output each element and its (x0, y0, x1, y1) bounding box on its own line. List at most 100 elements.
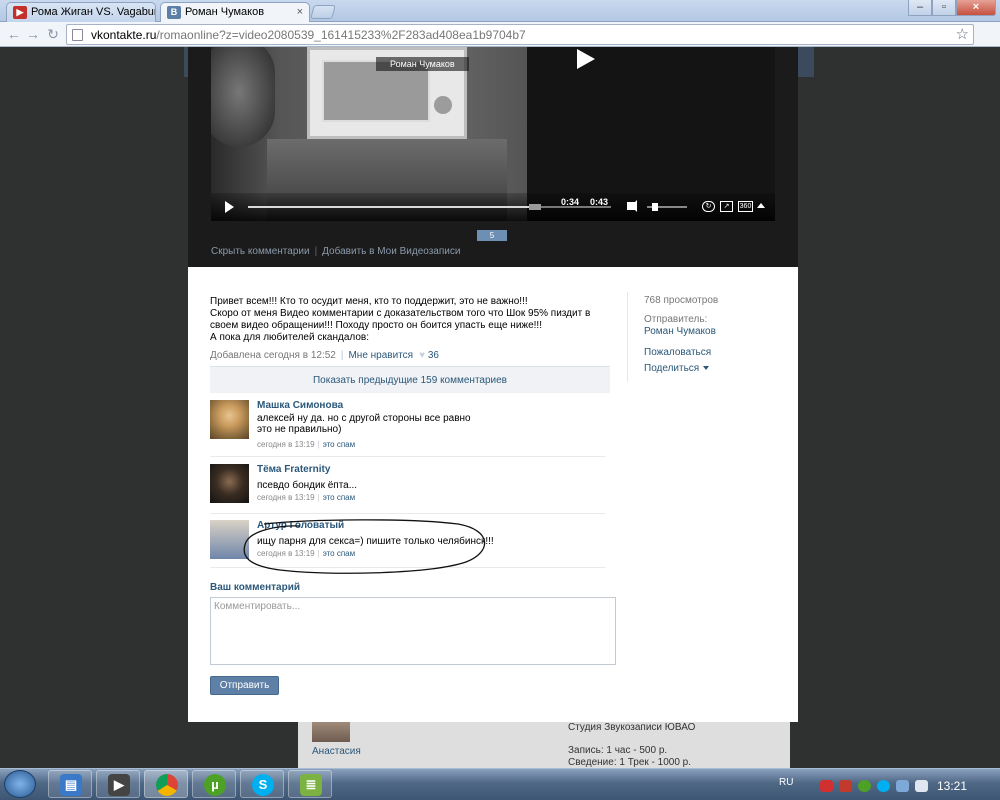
tray-app-icon[interactable] (839, 780, 852, 792)
taskbar-utorrent[interactable]: µ (192, 770, 236, 798)
new-tab-button[interactable] (310, 5, 336, 19)
like-count: 36 (427, 350, 439, 361)
video-controls: 0:34 0:43 ↻ ↗ 360 (211, 193, 775, 221)
hand-drawn-circle-annotation (243, 519, 486, 574)
comment-time: сегодня в 13:19 (257, 493, 315, 502)
seek-bar[interactable] (248, 204, 611, 210)
comment-input[interactable] (210, 597, 616, 665)
comment-author[interactable]: Тёма Fraternity (257, 464, 330, 475)
duration: 0:43 (590, 197, 609, 207)
taskbar-media-player[interactable]: ▶ (96, 770, 140, 798)
like-button[interactable]: Мне нравится (348, 350, 413, 361)
description-line: Привет всем!!! Кто то осудит меня, кто т… (210, 296, 528, 307)
show-previous-comments-button[interactable]: Показать предыдущие 159 комментариев (210, 366, 610, 393)
added-date: Добавлена сегодня в 12:52 (210, 350, 336, 361)
tray-skype-icon[interactable] (877, 780, 890, 792)
background-studio-line: Запись: 1 час - 500 р. (568, 745, 668, 756)
close-window-button[interactable]: × (956, 0, 996, 16)
close-tab-icon[interactable]: × (297, 3, 303, 22)
address-bar[interactable]: vkontakte.ru/romaonline?z=video2080539_1… (66, 24, 974, 45)
notepad-icon: ≣ (300, 774, 322, 796)
page-icon (72, 29, 83, 41)
video-sidebar: 768 просмотров Отправитель: Роман Чумако… (627, 292, 792, 382)
tab-roman-chumakov[interactable]: B Роман Чумаков × (160, 2, 310, 22)
tray-volume-icon[interactable] (915, 780, 928, 792)
heart-icon[interactable]: ♥ (419, 350, 425, 361)
avatar[interactable] (210, 464, 249, 503)
skype-icon: S (252, 774, 274, 796)
video-overlay-title: Роман Чумаков (376, 57, 469, 71)
avatar[interactable] (210, 400, 249, 439)
video-pager-badge[interactable]: 5 (477, 230, 507, 241)
tab-roma-zhigan[interactable]: ▶ Рома Жиган VS. Vagabund! (6, 2, 156, 22)
hide-comments-link[interactable]: Скрыть комментарии (211, 246, 310, 257)
maximize-button[interactable]: ▫ (932, 0, 956, 16)
play-icon[interactable] (225, 201, 234, 213)
view-count: 768 просмотров (644, 295, 719, 306)
report-link[interactable]: Пожаловаться (644, 347, 711, 358)
loop-icon[interactable]: ↻ (702, 201, 715, 212)
share-dropdown[interactable]: Поделиться (644, 363, 710, 374)
tab-title: Роман Чумаков (185, 6, 265, 18)
spam-link[interactable]: это спам (323, 440, 355, 449)
language-indicator[interactable]: RU (779, 777, 793, 788)
taskbar-notepad[interactable]: ≣ (288, 770, 332, 798)
comment-text: алексей ну да. но с другой стороны все р… (257, 413, 471, 435)
chevron-up-icon[interactable] (757, 203, 765, 208)
bookmark-star-icon[interactable]: ☆ (956, 25, 969, 43)
volume-handle[interactable] (652, 203, 658, 211)
utorrent-icon: µ (204, 774, 226, 796)
spam-link[interactable]: это спам (323, 493, 355, 502)
video-description: Привет всем!!! Кто то осудит меня, кто т… (210, 296, 600, 344)
taskbar-explorer[interactable]: ▤ (48, 770, 92, 798)
volume-icon[interactable] (627, 200, 637, 212)
comment-text: псевдо бондик ёпта... (257, 480, 358, 491)
tray-record-icon[interactable] (820, 780, 833, 792)
minimize-button[interactable]: – (908, 0, 932, 16)
comment-author[interactable]: Машка Симонова (257, 400, 343, 411)
comment-item: Машка Симонова алексей ну да. но с друго… (210, 400, 605, 457)
background-studio-line: Сведение: 1 Трек - 1000 р. (568, 757, 692, 768)
comment-item: Тёма Fraternity псевдо бондик ёпта... се… (210, 464, 605, 514)
tab-strip: ▶ Рома Жиган VS. Vagabund! B Роман Чумак… (0, 0, 1000, 22)
add-to-my-videos-link[interactable]: Добавить в Мои Видеозаписи (322, 246, 460, 257)
forward-arrow-icon[interactable]: → (24, 26, 42, 43)
video-frame-person (211, 47, 275, 147)
video-big-play-icon[interactable] (551, 47, 611, 77)
description-line: Скоро от меня Видео комментарии с доказа… (210, 308, 591, 331)
quality-button[interactable]: 360 (738, 201, 753, 212)
background-profile-panel (298, 720, 790, 768)
description-line: А пока для любителей скандалов: (210, 332, 370, 343)
url-text[interactable]: vkontakte.ru/romaonline?z=video2080539_1… (91, 28, 526, 42)
vk-icon: B (167, 6, 181, 19)
background-friend-name: Анастасия (312, 746, 361, 757)
seek-bar-progress (248, 206, 535, 208)
fullscreen-icon[interactable]: ↗ (720, 201, 733, 212)
back-arrow-icon[interactable]: ← (5, 26, 23, 43)
taskbar-chrome[interactable] (144, 770, 188, 798)
comment-meta: сегодня в 13:19 | это спам (257, 440, 356, 449)
current-time: 0:34 (561, 197, 580, 207)
background-studio-line: Студия Звукозаписи ЮВАО (568, 722, 696, 733)
comment-meta: сегодня в 13:19 | это спам (257, 493, 356, 502)
taskbar-clock[interactable]: 13:21 (937, 779, 967, 793)
background-friend-avatar (312, 722, 350, 742)
comment-time: сегодня в 13:19 (257, 440, 315, 449)
explorer-icon: ▤ (60, 774, 82, 796)
video-meta: Добавлена сегодня в 12:52 | Мне нравится ♥ … (210, 350, 439, 361)
tray-utorrent-icon[interactable] (858, 780, 871, 792)
sender-link[interactable]: Роман Чумаков (644, 326, 716, 337)
tray-network-icon[interactable] (896, 780, 909, 792)
window-controls: – ▫ × (908, 0, 996, 16)
youtube-icon: ▶ (13, 6, 27, 19)
chrome-icon (156, 774, 178, 796)
tab-title: Рома Жиган VS. Vagabund! (31, 6, 156, 18)
taskbar-skype[interactable]: S (240, 770, 284, 798)
start-button[interactable] (4, 770, 36, 798)
video-actions: Скрыть комментарии | Добавить в Мои Видеоз… (211, 246, 461, 257)
reload-icon[interactable]: ↻ (44, 26, 62, 43)
sender-label: Отправитель: (644, 314, 708, 325)
send-comment-button[interactable]: Отправить (210, 676, 279, 695)
seek-bar-handle[interactable] (528, 204, 541, 210)
chevron-down-icon (703, 366, 710, 371)
